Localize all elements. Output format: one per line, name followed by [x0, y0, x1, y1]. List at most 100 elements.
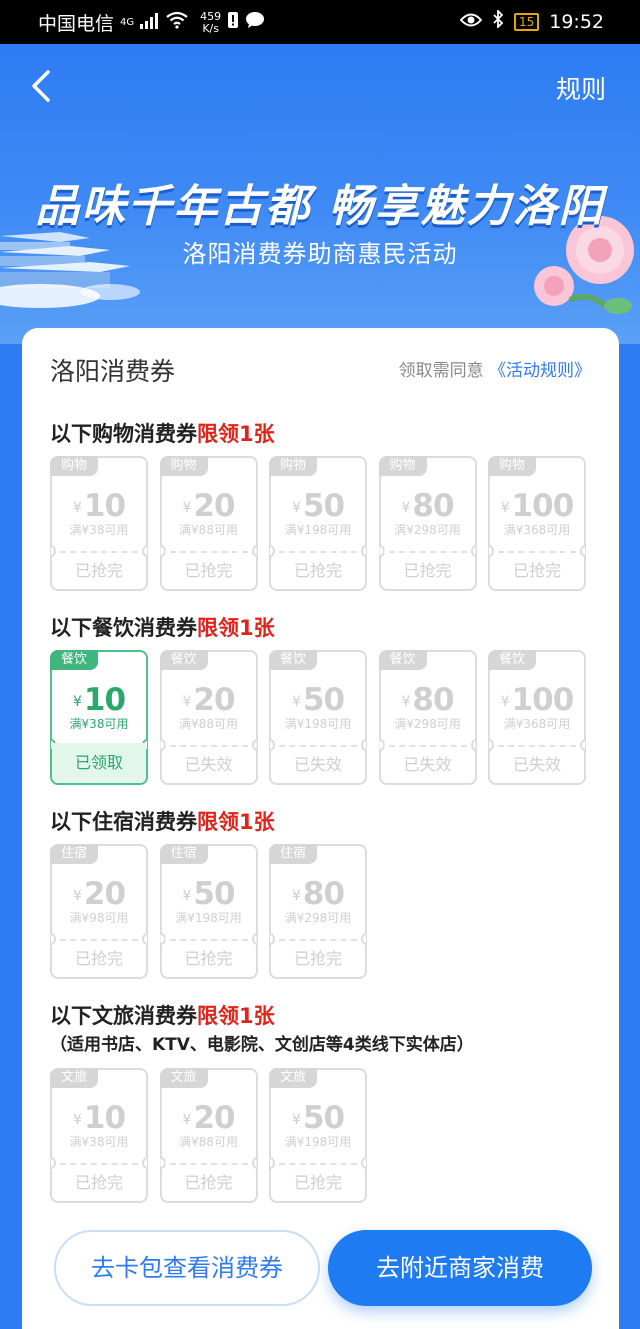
coupon-condition: 满¥298可用 — [284, 911, 352, 925]
coupon-notch-left — [270, 545, 275, 557]
currency-symbol: ¥ — [291, 888, 301, 904]
coupon-value: 50 — [302, 1100, 345, 1136]
coupon-value: 50 — [302, 488, 345, 524]
coupon-status: 已抢完 — [293, 949, 342, 968]
coupon-divider — [388, 745, 467, 747]
coupon-category-tag: 购物 — [269, 456, 317, 476]
coupon-amount: ¥50 — [162, 876, 256, 912]
coupon-ticket[interactable]: 购物 ¥10 满¥38可用 已抢完 — [50, 456, 148, 591]
activity-rules-link[interactable]: 《活动规则》 — [489, 361, 591, 381]
back-button[interactable] — [22, 66, 62, 106]
coupon-value: 10 — [83, 1100, 126, 1136]
coupon-notch-right — [361, 933, 366, 945]
coupon-ticket[interactable]: 餐饮 ¥20 满¥88可用 已失效 — [159, 650, 258, 785]
coupon-status: 已抢完 — [74, 561, 123, 580]
coupon-notch-left — [160, 1157, 166, 1169]
currency-symbol: ¥ — [401, 694, 411, 710]
coupon-value: 100 — [511, 682, 575, 718]
coupon-notch-right — [251, 933, 257, 945]
coupon-notch-right — [580, 545, 585, 557]
coupon-ticket[interactable]: 住宿 ¥20 满¥98可用 已抢完 — [50, 844, 148, 979]
coupon-category-tag: 住宿 — [159, 844, 208, 864]
coupon-notch-left — [160, 739, 166, 751]
coupon-status: 已抢完 — [74, 1173, 123, 1192]
coupon-status: 已抢完 — [74, 949, 123, 968]
coupon-condition: 满¥88可用 — [179, 523, 238, 537]
rules-agreement-text: 领取需同意 — [398, 361, 484, 381]
currency-symbol: ¥ — [72, 888, 82, 904]
rules-button[interactable]: 规则 — [556, 70, 606, 106]
coupon-divider — [60, 939, 138, 941]
currency-symbol: ¥ — [182, 500, 192, 516]
coupon-notch-left — [160, 933, 166, 945]
coupon-notch-left — [51, 545, 56, 557]
coupon-ticket[interactable]: 文旅 ¥20 满¥88可用 已抢完 — [159, 1068, 258, 1203]
section-title-text: 以下文旅消费券 — [50, 1004, 197, 1028]
coupon-value: 100 — [511, 488, 575, 524]
speed-unit: K/s — [202, 21, 219, 35]
signal-icon — [140, 12, 160, 34]
currency-symbol: ¥ — [72, 694, 82, 710]
view-wallet-button[interactable]: 去卡包查看消费券 — [54, 1230, 320, 1306]
rules-agreement: 领取需同意 《活动规则》 — [399, 356, 591, 381]
coupon-notch-left — [51, 933, 56, 945]
coupon-notch-left — [379, 739, 385, 751]
coupon-ticket[interactable]: 购物 ¥50 满¥198可用 已抢完 — [269, 456, 367, 591]
coupon-value: 10 — [83, 682, 126, 718]
coupon-category-tag: 购物 — [488, 456, 536, 476]
coupon-ticket[interactable]: 住宿 ¥80 满¥298可用 已抢完 — [269, 844, 367, 979]
coupon-ticket[interactable]: 餐饮 ¥100 满¥368可用 已失效 — [488, 650, 586, 785]
coupon-amount: ¥50 — [271, 682, 365, 718]
hero-banner: 规则 品味千年古都 畅享魅力洛阳 洛阳消费券助商惠民活动 — [0, 44, 640, 344]
coupon-divider — [60, 551, 138, 553]
coupon-row-dining: 餐饮 ¥10 满¥38可用 已领取 餐饮 ¥20 满¥88可用 已失效 餐饮 ¥50 满¥198可用… — [50, 650, 598, 785]
coupon-ticket[interactable]: 购物 ¥20 满¥88可用 已抢完 — [159, 456, 258, 591]
coupon-ticket[interactable]: 购物 ¥100 满¥368可用 已抢完 — [488, 456, 586, 591]
coupon-value: 20 — [83, 876, 126, 912]
coupon-value: 80 — [412, 682, 454, 718]
coupon-divider — [279, 551, 357, 553]
coupon-status: 已抢完 — [293, 561, 342, 580]
nearby-merchants-button[interactable]: 去附近商家消费 — [328, 1230, 592, 1306]
coupon-condition: 满¥368可用 — [503, 717, 571, 731]
coupon-card: 洛阳消费券 领取需同意 《活动规则》 以下购物消费券限领1张 购物 ¥10 满¥38… — [22, 328, 619, 1329]
coupon-divider — [498, 745, 576, 747]
coupon-amount: ¥20 — [162, 488, 256, 524]
coupon-row-culture-travel: 文旅 ¥10 满¥38可用 已抢完 文旅 ¥20 满¥88可用 已抢完 文旅 ¥50 满¥198可用… — [50, 1068, 379, 1203]
coupon-divider — [169, 745, 248, 747]
coupon-notch-left — [379, 545, 385, 557]
coupon-category-tag: 餐饮 — [269, 650, 317, 670]
coupon-ticket[interactable]: 餐饮 ¥10 满¥38可用 已领取 — [50, 650, 148, 785]
coupon-status: 已抢完 — [184, 1173, 233, 1192]
coupon-value: 80 — [302, 876, 345, 912]
coupon-status: 已抢完 — [293, 1173, 342, 1192]
coupon-ticket[interactable]: 文旅 ¥50 满¥198可用 已抢完 — [269, 1068, 367, 1203]
coupon-divider — [498, 551, 576, 553]
hero-title: 品味千年古都 畅享魅力洛阳 — [35, 181, 605, 232]
coupon-category-tag: 文旅 — [159, 1068, 208, 1088]
clock: 19:52 — [549, 10, 604, 33]
battery-level: 15 — [518, 14, 535, 29]
currency-symbol: ¥ — [291, 500, 301, 516]
coupon-divider — [388, 551, 467, 553]
status-bar: 中国电信 4G 459 K/s 15 19:52 — [0, 0, 640, 44]
coupon-ticket[interactable]: 餐饮 ¥50 满¥198可用 已失效 — [269, 650, 367, 785]
coupon-condition: 满¥298可用 — [394, 523, 461, 537]
coupon-notch-right — [470, 739, 476, 751]
coupon-ticket[interactable]: 购物 ¥80 满¥298可用 已抢完 — [378, 456, 477, 591]
coupon-ticket[interactable]: 住宿 ¥50 满¥198可用 已抢完 — [159, 844, 258, 979]
coupon-ticket[interactable]: 文旅 ¥10 满¥38可用 已抢完 — [50, 1068, 148, 1203]
coupon-value: 20 — [193, 682, 235, 718]
coupon-notch-right — [142, 933, 147, 945]
coupon-amount: ¥10 — [52, 488, 146, 524]
coupon-value: 80 — [412, 488, 454, 524]
coupon-ticket[interactable]: 餐饮 ¥80 满¥298可用 已失效 — [378, 650, 477, 785]
coupon-status: 已失效 — [293, 755, 342, 774]
section-title-shopping: 以下购物消费券限领1张 — [50, 418, 275, 448]
message-icon — [245, 11, 265, 34]
coupon-status: 已领取 — [52, 743, 146, 783]
currency-symbol: ¥ — [291, 1112, 301, 1128]
coupon-amount: ¥80 — [271, 876, 365, 912]
coupon-category-tag: 文旅 — [269, 1068, 317, 1088]
section-title-text: 以下住宿消费券 — [50, 810, 197, 834]
